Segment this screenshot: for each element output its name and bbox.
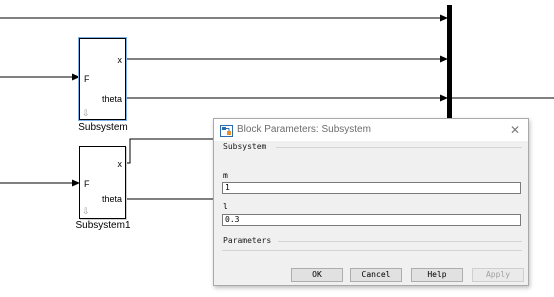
subsystem-input-port-label: F xyxy=(84,74,90,84)
dialog-title: Block Parameters: Subsystem xyxy=(237,124,371,135)
cancel-button[interactable]: Cancel xyxy=(350,268,402,282)
subsystem-output-port-x-label: x xyxy=(117,55,123,65)
parameters-group-divider xyxy=(278,241,522,242)
block-parameters-dialog: Block Parameters: Subsystem ✕ Subsystem … xyxy=(213,118,529,286)
close-icon[interactable]: ✕ xyxy=(506,121,524,139)
library-link-icon: ⇩ xyxy=(82,206,90,216)
subsystem-output-port-theta-label: theta xyxy=(101,94,122,104)
subsystem1-block[interactable]: F x theta ⇩ xyxy=(79,146,126,219)
subsystem1-input-port-label: F xyxy=(84,179,90,189)
help-button[interactable]: Help xyxy=(411,268,463,282)
subsystem-block-name[interactable]: Subsystem xyxy=(60,122,146,134)
subsystem1-output-port-theta-label: theta xyxy=(101,194,122,204)
subsystem-block[interactable]: F x theta ⇩ xyxy=(79,38,126,120)
param-l-label: l xyxy=(223,202,228,211)
parameters-group-title: Parameters xyxy=(223,236,272,245)
param-l-input[interactable]: 0.3 xyxy=(222,214,521,226)
mask-section-title: Subsystem xyxy=(223,142,267,151)
library-link-icon: ⇩ xyxy=(82,108,90,118)
dialog-titlebar[interactable]: Block Parameters: Subsystem ✕ xyxy=(214,119,528,141)
ok-button[interactable]: OK xyxy=(291,268,343,282)
parameters-group-divider-lower xyxy=(222,250,522,251)
subsystem1-block-name[interactable]: Subsystem1 xyxy=(55,220,151,232)
param-m-label: m xyxy=(223,171,228,180)
param-m-input[interactable]: 1 xyxy=(222,182,521,194)
section-divider xyxy=(276,147,522,148)
apply-button[interactable]: Apply xyxy=(472,268,524,282)
subsystem1-output-port-x-label: x xyxy=(117,159,123,169)
signal-line-subsystem1-x[interactable] xyxy=(126,138,214,164)
simulink-block-icon xyxy=(220,124,233,137)
mux-block[interactable] xyxy=(447,5,452,125)
